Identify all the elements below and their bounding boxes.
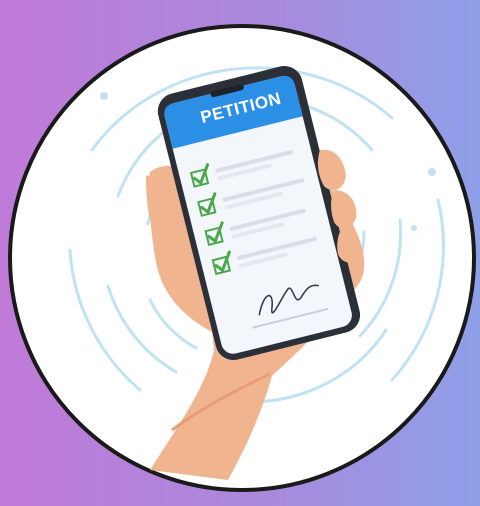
illustration-canvas: PETITION xyxy=(0,0,480,506)
petition-phone-illustration xyxy=(8,24,476,492)
